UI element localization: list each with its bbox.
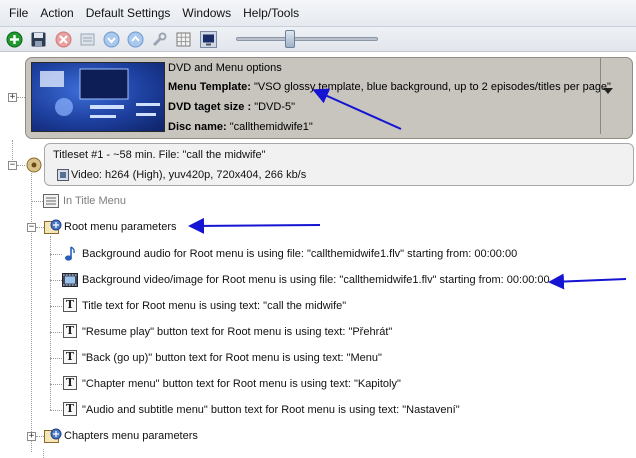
chapter-button-row[interactable]: "Chapter menu" button text for Root menu… (82, 378, 401, 390)
tree-line (31, 170, 32, 452)
disc-name-row: Disc name: "callthemidwife1" (168, 121, 313, 133)
add-icon[interactable] (6, 31, 23, 48)
edit-icon[interactable] (79, 31, 96, 48)
dvd-options-header: DVD and Menu options (168, 62, 282, 74)
disc-name-value: "callthemidwife1" (229, 121, 313, 133)
bg-video-row[interactable]: Background video/image for Root menu is … (82, 274, 550, 286)
tree-line (50, 280, 62, 281)
title-text-row[interactable]: Title text for Root menu is using text: … (82, 300, 346, 312)
tree-line (50, 332, 62, 333)
dvd-size-row: DVD taget size : "DVD-5" (168, 101, 295, 113)
titleset-video-info: Video: h264 (High), yuv420p, 720x404, 26… (71, 169, 307, 181)
resume-button-row[interactable]: "Resume play" button text for Root menu … (82, 326, 392, 338)
dvd-panel-divider (600, 58, 601, 134)
tree-line (17, 165, 25, 166)
chapters-menu-label[interactable]: Chapters menu parameters (64, 430, 198, 442)
root-menu-label[interactable]: Root menu parameters (64, 221, 177, 233)
tree-line (43, 449, 44, 458)
menu-template-value: "VSO glossy template, blue background, u… (253, 81, 611, 93)
menu-template-label: Menu Template: (168, 81, 251, 93)
tools-icon[interactable] (151, 31, 168, 48)
tree-line (50, 384, 62, 385)
tree-line (50, 306, 62, 307)
disc-name-label: Disc name: (168, 121, 227, 133)
menu-file[interactable]: File (4, 6, 33, 20)
tree-line (50, 254, 62, 255)
button-text-icon: T (63, 376, 77, 390)
titleset-title: Titleset #1 - ~58 min. File: "call the m… (53, 149, 266, 161)
button-text-icon: T (63, 402, 77, 416)
back-button-row[interactable]: "Back (go up)" button text for Root menu… (82, 352, 382, 364)
move-down-icon[interactable] (103, 31, 120, 48)
button-text-icon: T (63, 324, 77, 338)
expand-chapters-menu[interactable]: + (27, 432, 36, 441)
chapters-menu-icon (44, 428, 62, 443)
move-up-icon[interactable] (127, 31, 144, 48)
tree-line (36, 436, 44, 437)
monitor-icon[interactable] (200, 31, 217, 48)
film-icon (62, 273, 78, 287)
delete-icon[interactable] (55, 31, 72, 48)
dvd-size-value: "DVD-5" (254, 101, 296, 113)
menu-bar: File Action Default Settings Windows Hel… (0, 0, 636, 27)
tree-line (36, 227, 44, 228)
save-icon[interactable] (30, 31, 47, 48)
text-icon: T (63, 298, 77, 312)
menu-template-thumbnail (31, 62, 165, 132)
menu-list-icon (43, 194, 59, 208)
menu-windows[interactable]: Windows (177, 6, 236, 20)
menu-default-settings[interactable]: Default Settings (81, 6, 176, 20)
in-title-menu-label[interactable]: In Title Menu (63, 195, 126, 207)
music-note-icon (65, 246, 75, 261)
titleset-icon (26, 157, 42, 173)
tree-line (17, 97, 25, 98)
button-text-icon: T (63, 350, 77, 364)
zoom-slider-track[interactable] (236, 37, 378, 41)
tree-line (31, 201, 43, 202)
zoom-slider-thumb[interactable] (285, 30, 295, 48)
dropdown-arrow-icon[interactable] (603, 88, 613, 94)
tree-line (50, 410, 62, 411)
expand-dvd-options[interactable]: + (8, 93, 17, 102)
bg-audio-row[interactable]: Background audio for Root menu is using … (82, 248, 517, 260)
tree-line (12, 140, 13, 160)
audio-subtitle-button-row[interactable]: "Audio and subtitle menu" button text fo… (82, 404, 460, 416)
menu-template-row: Menu Template: "VSO glossy template, blu… (168, 81, 611, 93)
video-icon (57, 169, 69, 181)
dvd-size-label: DVD taget size : (168, 101, 252, 113)
menu-action[interactable]: Action (35, 6, 78, 20)
root-menu-icon (44, 219, 62, 234)
grid-icon[interactable] (175, 31, 192, 48)
tree-line (50, 358, 62, 359)
menu-help-tools[interactable]: Help/Tools (238, 6, 304, 20)
collapse-titleset[interactable]: − (8, 161, 17, 170)
collapse-root-menu[interactable]: − (27, 223, 36, 232)
